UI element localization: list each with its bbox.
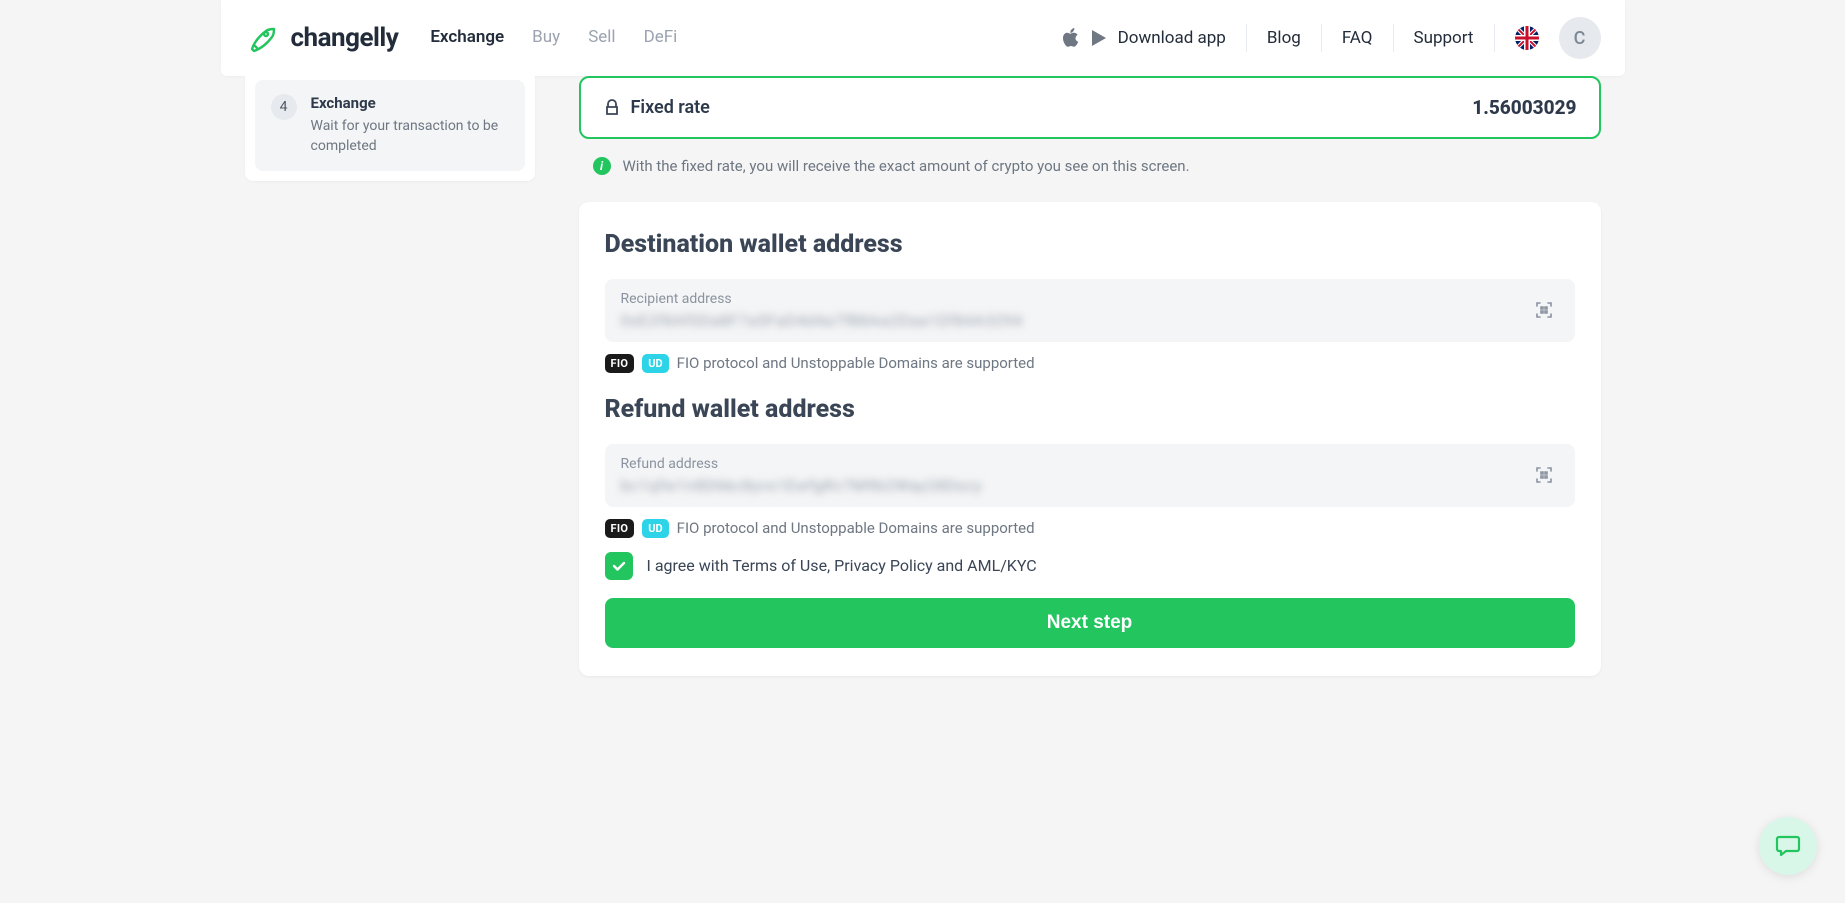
protocol-support-row: FIO UD FIO protocol and Unstoppable Doma…: [605, 519, 1575, 538]
step-description: Wait for your transaction to be complete…: [311, 116, 509, 157]
link-blog[interactable]: Blog: [1267, 28, 1301, 48]
qr-scan-icon: [1534, 465, 1554, 485]
rate-value: 1.56003029: [1472, 96, 1576, 119]
recipient-address-field[interactable]: Recipient address 0xE2f8Af0Da8F7a5FaD4d4…: [605, 279, 1575, 342]
step-title: Exchange: [311, 94, 509, 112]
rate-label: Fixed rate: [631, 97, 710, 118]
refund-address-field[interactable]: Refund address bc1qfw1n8D6kc8yvx1EwfgRv7…: [605, 444, 1575, 507]
header-right: Download app Blog FAQ Support C: [1062, 17, 1601, 59]
link-support[interactable]: Support: [1414, 28, 1474, 48]
protocol-text: FIO protocol and Unstoppable Domains are…: [677, 354, 1035, 372]
info-text: With the fixed rate, you will receive th…: [623, 155, 1190, 178]
divider: [1494, 24, 1495, 52]
refund-value: bc1qfw1n8D6kc8yvx1EwfgRv7M9b2Way28Dscy: [621, 476, 1517, 495]
fixed-rate-box[interactable]: Fixed rate 1.56003029: [579, 76, 1601, 139]
nav-sell[interactable]: Sell: [588, 0, 615, 76]
divider: [1321, 24, 1322, 52]
next-step-button[interactable]: Next step: [605, 598, 1575, 648]
refund-label: Refund address: [621, 456, 1517, 472]
language-selector[interactable]: [1515, 26, 1539, 50]
step-card: 4 Exchange Wait for your transaction to …: [255, 80, 525, 171]
rocket-icon: [245, 20, 281, 56]
fio-badge: FIO: [605, 354, 635, 373]
address-card: Destination wallet address Recipient add…: [579, 202, 1601, 676]
divider: [1246, 24, 1247, 52]
download-label: Download app: [1118, 28, 1226, 48]
ud-badge: UD: [642, 519, 668, 538]
step-number: 4: [271, 94, 297, 120]
download-app-link[interactable]: Download app: [1062, 28, 1226, 48]
main-content: Fixed rate 1.56003029 i With the fixed r…: [579, 76, 1601, 676]
recipient-label: Recipient address: [621, 291, 1517, 307]
info-row: i With the fixed rate, you will receive …: [579, 155, 1601, 178]
brand-name: changelly: [291, 23, 399, 53]
terms-checkbox[interactable]: [605, 552, 633, 580]
nav-exchange[interactable]: Exchange: [430, 0, 504, 76]
lock-icon: [603, 99, 621, 117]
user-avatar[interactable]: C: [1559, 17, 1601, 59]
fio-badge: FIO: [605, 519, 635, 538]
link-faq[interactable]: FAQ: [1342, 28, 1373, 48]
divider: [1393, 24, 1394, 52]
chat-widget[interactable]: [1759, 817, 1817, 875]
scan-qr-button[interactable]: [1529, 460, 1559, 490]
agree-text: I agree with Terms of Use, Privacy Polic…: [647, 556, 1037, 575]
ud-badge: UD: [642, 354, 668, 373]
brand-logo[interactable]: changelly: [245, 20, 399, 56]
scan-qr-button[interactable]: [1529, 295, 1559, 325]
protocol-text: FIO protocol and Unstoppable Domains are…: [677, 519, 1035, 537]
play-icon: [1090, 29, 1108, 47]
steps-sidebar: 4 Exchange Wait for your transaction to …: [245, 70, 535, 181]
qr-scan-icon: [1534, 300, 1554, 320]
site-header: changelly Exchange Buy Sell DeFi Downloa…: [221, 0, 1625, 76]
info-icon: i: [593, 157, 611, 175]
refund-title: Refund wallet address: [605, 395, 1575, 424]
recipient-value: 0xE2f8Af0Da8F7a5FaD4d4a7fB8Aa2Daa1Df84A3…: [621, 311, 1517, 330]
apple-icon: [1062, 28, 1080, 48]
check-icon: [611, 558, 627, 574]
chat-icon: [1774, 832, 1802, 860]
nav-defi[interactable]: DeFi: [644, 0, 678, 76]
agree-row: I agree with Terms of Use, Privacy Polic…: [605, 552, 1575, 580]
nav-buy[interactable]: Buy: [532, 0, 560, 76]
protocol-support-row: FIO UD FIO protocol and Unstoppable Doma…: [605, 354, 1575, 373]
main-nav: Exchange Buy Sell DeFi: [430, 0, 677, 76]
uk-flag-icon: [1515, 26, 1539, 50]
destination-title: Destination wallet address: [605, 230, 1575, 259]
